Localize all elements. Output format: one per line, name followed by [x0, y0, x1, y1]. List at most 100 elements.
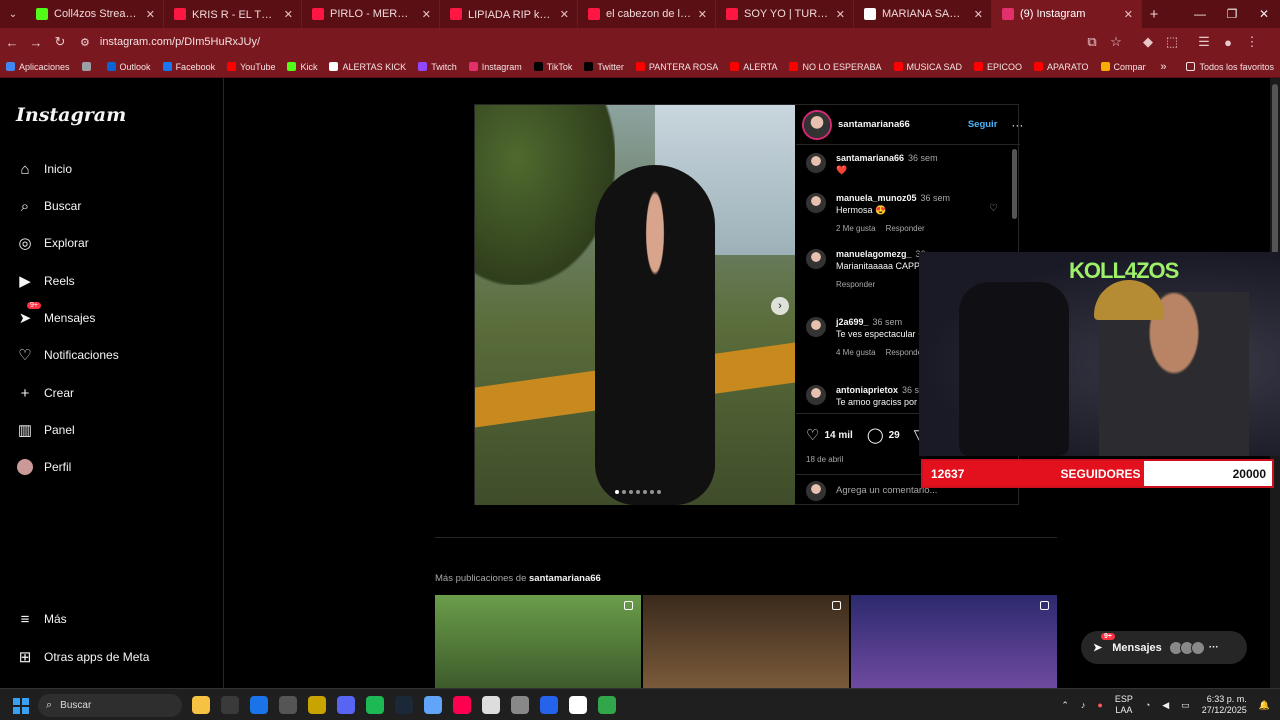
profile-avatar-icon[interactable]: ●	[1216, 35, 1240, 50]
browser-tab[interactable]: SOY YO | TURY ( Video Oficial✕	[716, 0, 854, 28]
taskbar-app-icon[interactable]	[250, 696, 268, 714]
sidebar-item-perfil[interactable]: Perfil	[16, 453, 71, 481]
more-post-thumbnail[interactable]	[851, 595, 1057, 688]
close-tab-icon[interactable]: ✕	[698, 8, 707, 21]
comment-like-icon[interactable]: ♡	[989, 203, 998, 214]
browser-tab[interactable]: LIPIADA RIP kk 🚴 🏕 @EL✕	[440, 0, 578, 28]
bookmark-item[interactable]: Facebook	[162, 62, 215, 72]
browser-tab[interactable]: KRIS R - EL TESTIGO 🎄 (Vid✕	[164, 0, 302, 28]
bookmark-item[interactable]: APARATO	[1034, 62, 1089, 72]
battery-icon[interactable]: ▭	[1181, 700, 1190, 711]
reload-button[interactable]: ↻	[48, 34, 72, 50]
taskbar-app-icon[interactable]	[337, 696, 355, 714]
post-options-button[interactable]: ···	[1011, 118, 1023, 132]
taskbar-app-icon[interactable]	[482, 696, 500, 714]
commenter-avatar[interactable]	[806, 317, 826, 337]
more-post-thumbnail[interactable]	[643, 595, 849, 688]
taskbar-app-icon[interactable]	[308, 696, 326, 714]
bookmark-item[interactable]: Twitter	[584, 62, 624, 72]
next-photo-button[interactable]: ›	[771, 297, 789, 315]
sidebar-item-more[interactable]: ≡ Más	[16, 605, 67, 633]
extensions-puzzle-icon[interactable]: ⬚	[1160, 34, 1184, 50]
all-bookmarks-button[interactable]: Todos los favoritos	[1186, 62, 1274, 72]
minimize-button[interactable]: —	[1184, 7, 1216, 21]
taskbar-app-icon[interactable]	[453, 696, 471, 714]
taskbar-app-icon[interactable]	[511, 696, 529, 714]
like-heart-icon[interactable]: ♡	[806, 426, 819, 444]
comment-meta[interactable]: 2 Me gusta	[836, 224, 876, 233]
sidebar-item-explorar[interactable]: ◎ Explorar	[16, 229, 88, 257]
close-tab-icon[interactable]: ✕	[836, 8, 845, 21]
extension-icon[interactable]: ◆	[1136, 34, 1160, 50]
commenter-avatar[interactable]	[806, 193, 826, 213]
taskbar-app-icon[interactable]	[366, 696, 384, 714]
comment-meta[interactable]: Responder	[886, 224, 925, 233]
bookmark-item[interactable]: Outlook	[106, 62, 151, 72]
taskbar-app-icon[interactable]	[221, 696, 239, 714]
messages-pill[interactable]: ➤ 9+ Mensajes ···	[1081, 631, 1247, 664]
speaker-icon[interactable]: ◀	[1162, 700, 1169, 711]
commenter-username[interactable]: antoniaprietox	[836, 385, 898, 395]
bookmark-item[interactable]: MUSICA SAD	[893, 62, 962, 72]
commenter-avatar[interactable]	[806, 153, 826, 173]
bookmark-item[interactable]: ALERTA	[730, 62, 777, 72]
media-control-icon[interactable]: ☰	[1192, 34, 1216, 50]
taskbar-app-icon[interactable]	[192, 696, 210, 714]
commenter-username[interactable]: manuelagomezg_	[836, 249, 912, 259]
author-username[interactable]: santamariana66	[838, 119, 910, 130]
bookmark-item[interactable]: NO LO ESPERABA	[789, 62, 882, 72]
commenter-avatar[interactable]	[806, 249, 826, 269]
bookmark-item[interactable]: PANTERA ROSA	[635, 62, 718, 72]
bookmark-item[interactable]: Twitch	[418, 62, 457, 72]
bookmark-item[interactable]: ALERTAS KICK	[329, 62, 406, 72]
close-tab-icon[interactable]: ✕	[974, 8, 983, 21]
commenter-username[interactable]: j2a699_	[836, 317, 869, 327]
browser-tab[interactable]: Coll4zos Stream - Watch Live✕	[26, 0, 164, 28]
bookmark-star-icon[interactable]: ☆	[1104, 34, 1128, 50]
close-tab-icon[interactable]: ✕	[422, 8, 431, 21]
sidebar-item-inicio[interactable]: ⌂ Inicio	[16, 155, 72, 183]
sidebar-item-buscar[interactable]: ⌕ Buscar	[16, 192, 82, 220]
bookmark-item[interactable]: EPICOO	[974, 62, 1022, 72]
close-window-button[interactable]: ✕	[1248, 7, 1280, 21]
site-info-icon[interactable]: ⚙	[80, 36, 90, 49]
forward-button[interactable]: →	[24, 35, 48, 50]
taskbar-app-icon[interactable]	[569, 696, 587, 714]
bookmark-item[interactable]: Kick	[287, 62, 317, 72]
browser-tab[interactable]: PIRLO - MERRY CHRISTMAS✕	[302, 0, 440, 28]
author-avatar[interactable]	[804, 111, 830, 138]
more-posts-user[interactable]: santamariana66	[529, 573, 601, 584]
windows-start-icon[interactable]	[13, 698, 29, 714]
network-icon[interactable]: ◔	[1145, 700, 1150, 711]
bookmark-item[interactable]: Compartir vía Wi-Fi	[1100, 62, 1146, 72]
new-tab-button[interactable]: +	[1142, 6, 1166, 23]
instagram-logo[interactable]: Instagram	[16, 104, 126, 126]
browser-tab[interactable]: (9) Instagram ✕	[992, 0, 1142, 28]
comment-icon[interactable]: ◯	[867, 426, 884, 444]
back-button[interactable]: ←	[0, 35, 24, 50]
commenter-username[interactable]: santamariana66	[836, 153, 904, 163]
sidebar-item-notificaciones[interactable]: ♡ Notificaciones	[16, 341, 118, 369]
sidebar-item-mensajes[interactable]: ➤ Mensajes 9+	[16, 302, 95, 332]
sidebar-item-crear[interactable]: + Crear	[16, 379, 74, 407]
browser-tab[interactable]: MARIANA SANTRA - Buscar✕	[854, 0, 992, 28]
bookmark-item[interactable]: TikTok	[533, 62, 572, 72]
comment-meta[interactable]: Responder	[836, 280, 875, 289]
language-indicator[interactable]: ESP LAA	[1115, 694, 1133, 716]
bookmark-item[interactable]: Aplicaciones	[6, 62, 70, 72]
commenter-username[interactable]: manuela_munoz05	[836, 193, 917, 203]
tab-search-button[interactable]: ⌄	[0, 9, 26, 20]
taskbar-app-icon[interactable]	[424, 696, 442, 714]
notification-bell-icon[interactable]: 🔔	[1259, 700, 1270, 711]
sidebar-item-panel[interactable]: ▥ Panel	[16, 416, 75, 444]
chrome-menu-icon[interactable]: ⋮	[1240, 34, 1264, 50]
bookmarks-overflow-button[interactable]: »	[1160, 61, 1166, 73]
taskbar-search[interactable]: ⌕ Buscar	[38, 694, 182, 717]
microphone-icon[interactable]: ●	[1097, 700, 1102, 711]
close-tab-icon[interactable]: ✕	[146, 8, 155, 21]
install-app-icon[interactable]: ⧉	[1080, 34, 1104, 50]
close-tab-icon[interactable]: ✕	[560, 8, 569, 21]
tray-overflow-icon[interactable]: ⌃	[1061, 700, 1069, 711]
follow-button[interactable]: Seguir	[968, 119, 998, 130]
url-field[interactable]: ⚙ instagram.com/p/DIm5HuRxJUy/	[80, 32, 1080, 52]
